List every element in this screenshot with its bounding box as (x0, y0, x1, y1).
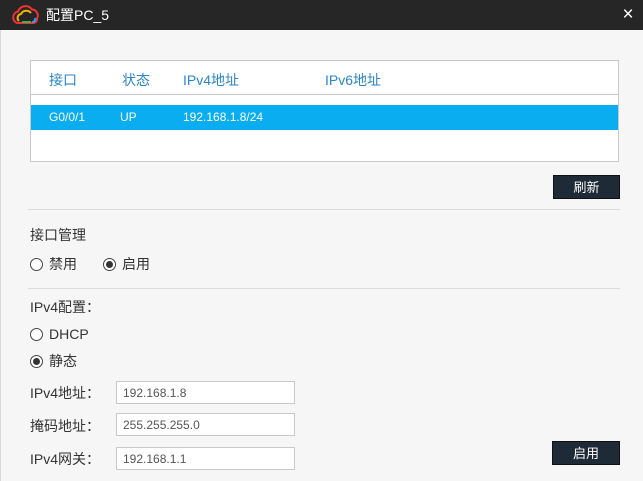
close-icon[interactable]: × (617, 5, 639, 27)
mask-address-label: 掩码地址： (30, 418, 100, 434)
radio-enable[interactable]: 启用 (103, 254, 150, 274)
table-row[interactable]: G0/0/1 UP 192.168.1.8/24 (31, 105, 618, 130)
radio-disable-label: 禁用 (49, 256, 77, 272)
cell-interface: G0/0/1 (49, 110, 86, 124)
header-interface: 接口 (49, 72, 77, 88)
refresh-button[interactable]: 刷新 (553, 175, 620, 199)
divider (28, 209, 620, 210)
apply-button[interactable]: 启用 (552, 441, 620, 465)
cloud-logo-icon (12, 5, 39, 24)
interface-mgmt-title: 接口管理 (30, 227, 86, 243)
radio-static-label: 静态 (49, 353, 77, 369)
radio-enable-label: 启用 (122, 256, 150, 272)
ipv4-address-input[interactable] (116, 381, 295, 404)
header-ipv6: IPv6地址 (325, 72, 382, 88)
ipv4-gateway-input[interactable] (116, 447, 295, 470)
divider (28, 288, 620, 289)
table-header: 接口 状态 IPv4地址 IPv6地址 (31, 61, 618, 95)
cell-ipv4: 192.168.1.8/24 (183, 110, 264, 124)
header-status: 状态 (122, 72, 150, 88)
cell-status: UP (120, 110, 137, 124)
ipv4-gateway-label: IPv4网关： (30, 451, 101, 467)
radio-button-checked[interactable] (103, 257, 116, 271)
radio-dhcp[interactable]: DHCP (30, 326, 89, 342)
ipv4-config-title: IPv4配置： (30, 299, 101, 315)
radio-dhcp-label: DHCP (49, 326, 89, 342)
header-ipv4: IPv4地址 (183, 72, 240, 88)
title-bar: 配置PC_5 × (0, 0, 643, 30)
mask-address-input[interactable] (116, 413, 295, 436)
window-title: 配置PC_5 (46, 7, 110, 23)
interface-table: 接口 状态 IPv4地址 IPv6地址 G0/0/1 UP 192.168.1.… (30, 60, 619, 162)
radio-disable[interactable]: 禁用 (30, 254, 77, 274)
radio-static[interactable]: 静态 (30, 351, 77, 371)
ipv4-address-label: IPv4地址： (30, 385, 101, 401)
radio-button[interactable] (30, 257, 43, 271)
radio-button-checked[interactable] (30, 354, 43, 368)
radio-button[interactable] (30, 327, 43, 341)
